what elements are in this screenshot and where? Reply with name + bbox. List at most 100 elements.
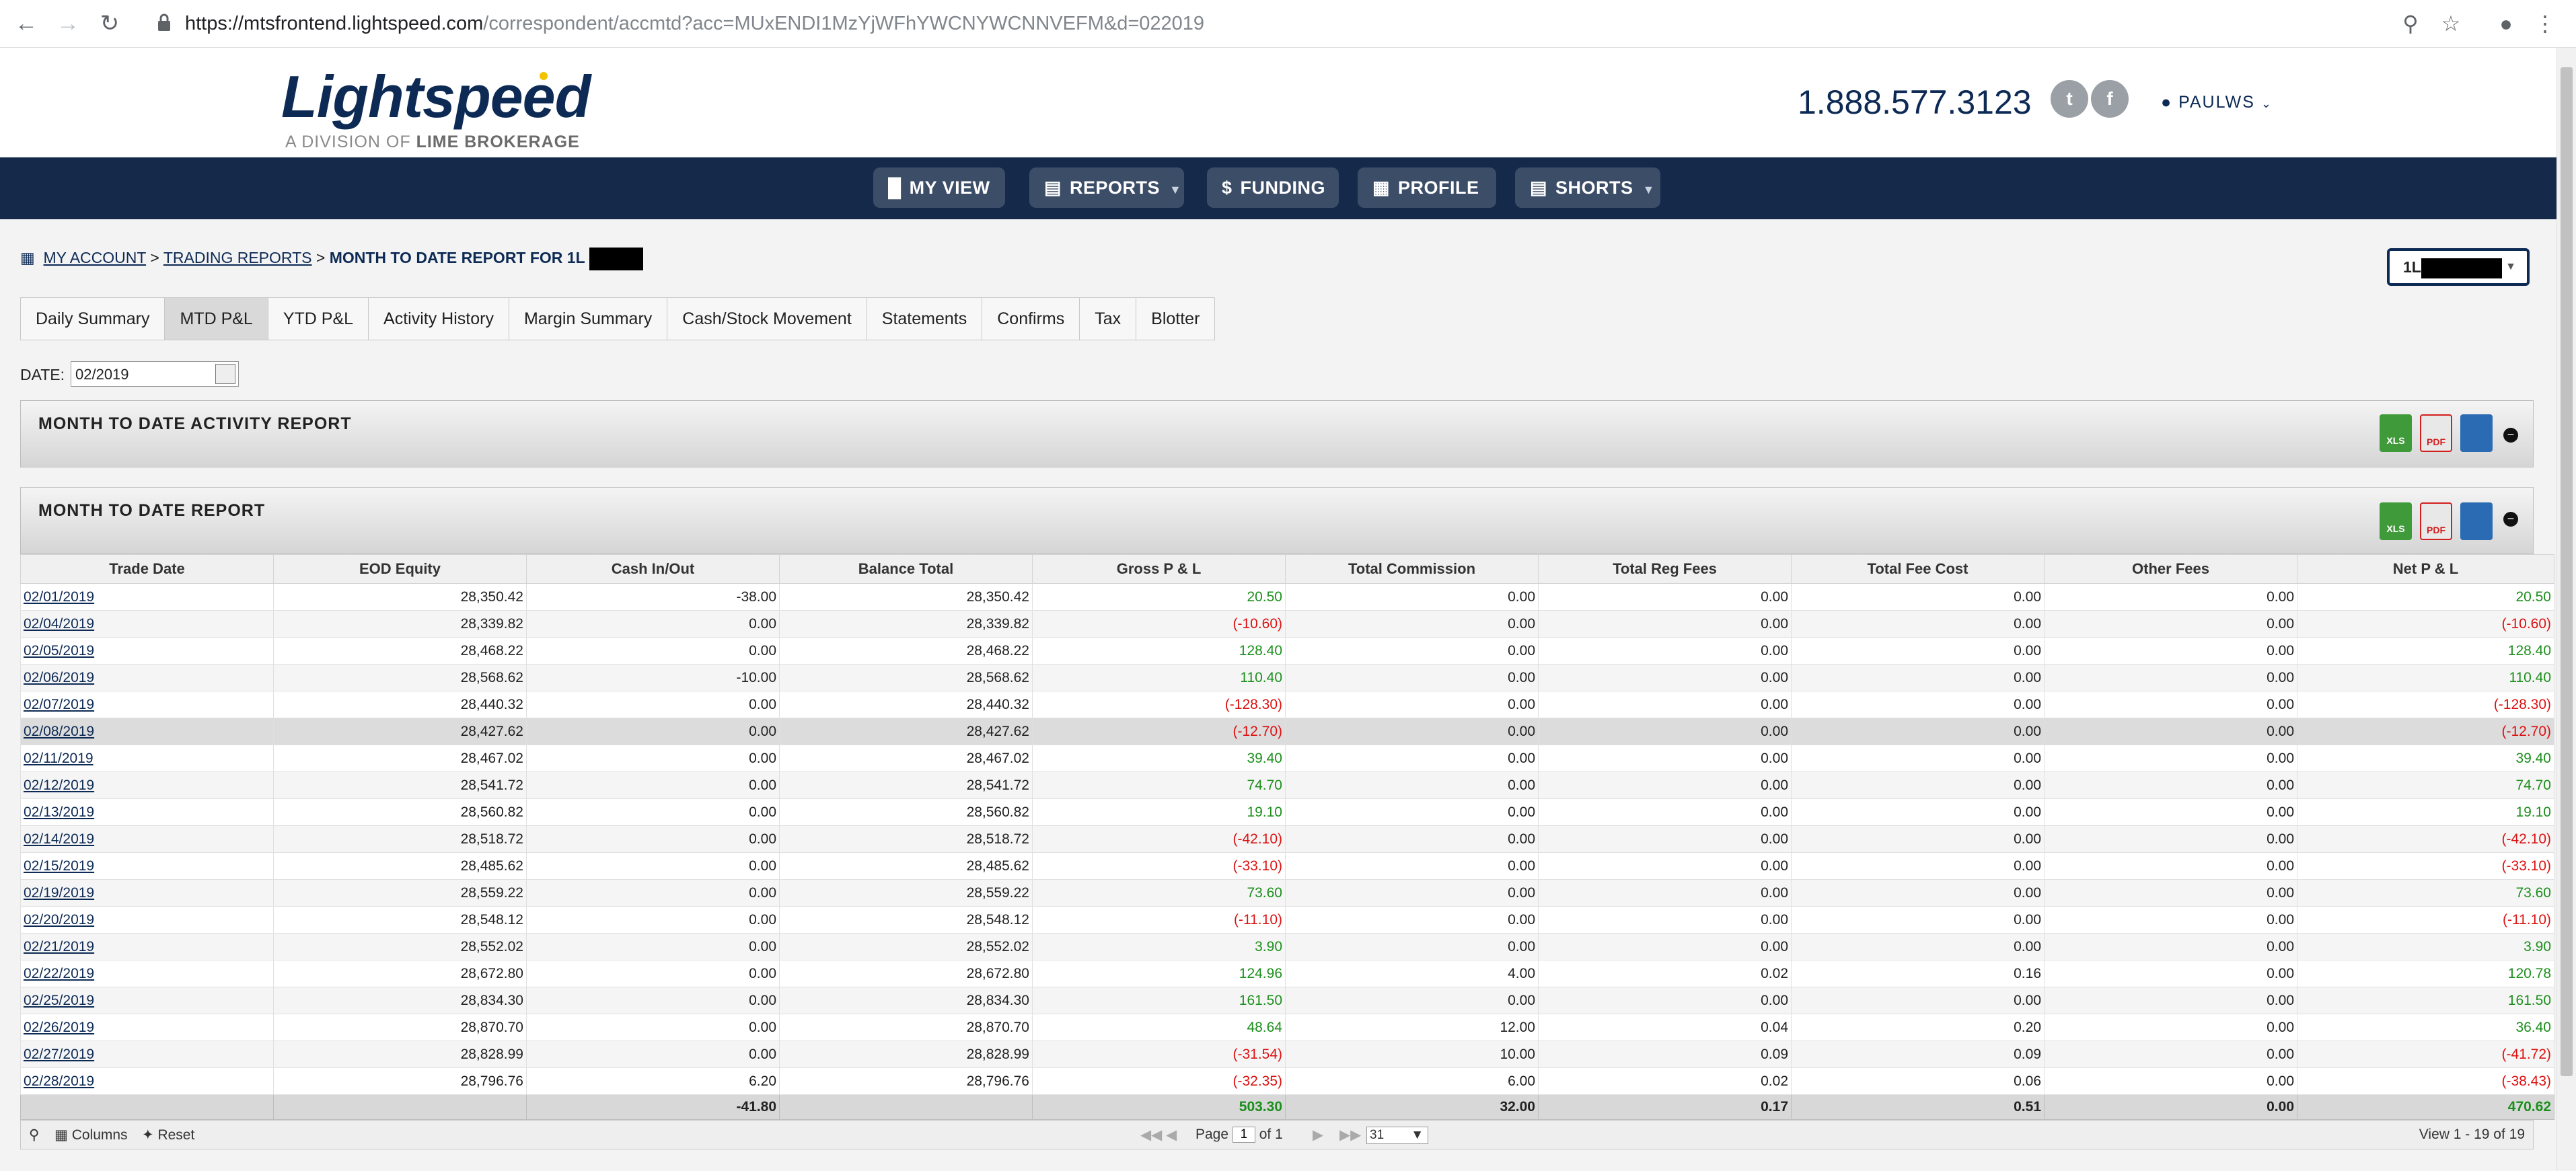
column-header[interactable]: Total Fee Cost (1791, 554, 2045, 584)
tab-tax[interactable]: Tax (1079, 297, 1136, 340)
nav-my-view[interactable]: █ MY VIEW (873, 167, 1005, 208)
table-row[interactable]: 02/27/2019 28,828.99 0.00 28,828.99 (-31.54)… (20, 1041, 2554, 1068)
trade-date-link[interactable]: 02/26/2019 (20, 1014, 274, 1041)
trade-date-link[interactable]: 02/06/2019 (20, 664, 274, 691)
table-row[interactable]: 02/21/2019 28,552.02 0.00 28,552.02 3.90 0.00… (20, 933, 2554, 960)
back-arrow-icon[interactable]: ← (11, 8, 42, 39)
table-cell: 0.00 (526, 771, 780, 799)
column-header[interactable]: Total Commission (1285, 554, 1539, 584)
excel-export-icon[interactable]: XLS (2380, 414, 2412, 452)
calendar-icon[interactable] (215, 364, 235, 384)
facebook-icon[interactable]: f (2091, 80, 2129, 118)
trade-date-link[interactable]: 02/27/2019 (20, 1041, 274, 1068)
trade-date-link[interactable]: 02/20/2019 (20, 906, 274, 934)
trade-date-link[interactable]: 02/07/2019 (20, 691, 274, 718)
tab-blotter[interactable]: Blotter (1136, 297, 1216, 340)
column-header[interactable]: Other Fees (2044, 554, 2297, 584)
table-row[interactable]: 02/26/2019 28,870.70 0.00 28,870.70 48.64 12.… (20, 1014, 2554, 1041)
nav-reports[interactable]: ▤ REPORTS ▼ (1029, 167, 1184, 208)
address-bar[interactable]: https://mtsfrontend.lightspeed.com/corre… (185, 9, 1204, 38)
trade-date-link[interactable]: 02/15/2019 (20, 852, 274, 880)
print-icon[interactable] (2460, 414, 2493, 452)
table-row[interactable]: 02/05/2019 28,468.22 0.00 28,468.22 128.40 0.… (20, 637, 2554, 665)
trade-date-link[interactable]: 02/11/2019 (20, 745, 274, 772)
excel-export-icon[interactable]: XLS (2380, 502, 2412, 540)
table-row[interactable]: 02/01/2019 28,350.42 -38.00 28,350.42 20.50 0… (20, 583, 2554, 611)
table-row[interactable]: 02/06/2019 28,568.62 -10.00 28,568.62 110.40… (20, 664, 2554, 691)
table-row[interactable]: 02/20/2019 28,548.12 0.00 28,548.12 (-11.10)… (20, 906, 2554, 934)
tab-activity-history[interactable]: Activity History (368, 297, 509, 340)
table-row[interactable]: 02/08/2019 28,427.62 0.00 28,427.62 (-12.70)… (20, 718, 2554, 745)
tab-confirms[interactable]: Confirms (982, 297, 1080, 340)
trade-date-link[interactable]: 02/14/2019 (20, 825, 274, 853)
column-header[interactable]: EOD Equity (273, 554, 527, 584)
table-row[interactable]: 02/13/2019 28,560.82 0.00 28,560.82 19.10 0.0… (20, 798, 2554, 826)
column-header[interactable]: Gross P & L (1032, 554, 1286, 584)
table-row[interactable]: 02/15/2019 28,485.62 0.00 28,485.62 (-33.10)… (20, 852, 2554, 880)
nav-funding[interactable]: $ FUNDING (1207, 167, 1339, 208)
bookmark-star-icon[interactable]: ☆ (2435, 8, 2466, 39)
reload-icon[interactable]: ↻ (94, 8, 125, 39)
collapse-icon[interactable]: − (2503, 428, 2518, 443)
tab-daily-summary[interactable]: Daily Summary (20, 297, 165, 340)
trade-date-link[interactable]: 02/05/2019 (20, 637, 274, 665)
trade-date-link[interactable]: 02/01/2019 (20, 583, 274, 611)
trade-date-link[interactable]: 02/04/2019 (20, 610, 274, 638)
table-row[interactable]: 02/22/2019 28,672.80 0.00 28,672.80 124.96 4.… (20, 960, 2554, 987)
print-icon[interactable] (2460, 502, 2493, 540)
breadcrumb-trading-reports[interactable]: TRADING REPORTS (163, 249, 312, 266)
pdf-export-icon[interactable]: PDF (2420, 414, 2452, 452)
reset-button[interactable]: ✦ Reset (142, 1127, 194, 1143)
table-cell: 28,672.80 (273, 960, 527, 987)
pdf-export-icon[interactable]: PDF (2420, 502, 2452, 540)
tab-margin-summary[interactable]: Margin Summary (508, 297, 667, 340)
table-row[interactable]: 02/04/2019 28,339.82 0.00 28,339.82 (-10.60)… (20, 610, 2554, 638)
trade-date-link[interactable]: 02/21/2019 (20, 933, 274, 960)
columns-button[interactable]: ▦ Columns (54, 1127, 128, 1143)
trade-date-link[interactable]: 02/12/2019 (20, 771, 274, 799)
trade-date-link[interactable]: 02/08/2019 (20, 718, 274, 745)
zoom-icon[interactable]: ⚲ (2395, 8, 2426, 39)
menu-kebab-icon[interactable]: ⋮ (2530, 8, 2561, 39)
column-header[interactable]: Cash In/Out (526, 554, 780, 584)
breadcrumb-my-account[interactable]: MY ACCOUNT (44, 249, 147, 266)
account-select[interactable]: 1L ▼ (2387, 248, 2530, 286)
table-row[interactable]: 02/14/2019 28,518.72 0.00 28,518.72 (-42.10)… (20, 825, 2554, 853)
trade-date-link[interactable]: 02/13/2019 (20, 798, 274, 826)
table-row[interactable]: 02/19/2019 28,559.22 0.00 28,559.22 73.60 0.0… (20, 879, 2554, 907)
column-header[interactable]: Balance Total (779, 554, 1033, 584)
column-header[interactable]: Net P & L (2297, 554, 2554, 584)
tab-mtd-pl[interactable]: MTD P&L (164, 297, 268, 340)
twitter-icon[interactable]: t (2051, 80, 2088, 118)
prev-page-icon[interactable]: ◀ (1166, 1127, 1177, 1143)
table-row[interactable]: 02/07/2019 28,440.32 0.00 28,440.32 (-128.30… (20, 691, 2554, 718)
first-page-icon[interactable]: ◀◀ (1140, 1127, 1162, 1143)
profile-icon[interactable]: ● (2491, 8, 2522, 39)
forward-arrow-icon[interactable]: → (52, 8, 83, 39)
search-icon[interactable]: ⚲ (29, 1127, 39, 1143)
nav-shorts[interactable]: ▤ SHORTS ▼ (1515, 167, 1660, 208)
tab-ytd-pl[interactable]: YTD P&L (267, 297, 369, 340)
date-input[interactable]: 02/2019 (71, 361, 239, 387)
table-row[interactable]: 02/28/2019 28,796.76 6.20 28,796.76 (-32.35)… (20, 1067, 2554, 1095)
lightspeed-logo[interactable]: Lightspeed A DIVISION OF LIME BROKERAGE (281, 63, 591, 157)
trade-date-link[interactable]: 02/22/2019 (20, 960, 274, 987)
tab-cash-stock-movement[interactable]: Cash/Stock Movement (667, 297, 867, 340)
tab-statements[interactable]: Statements (866, 297, 982, 340)
trade-date-link[interactable]: 02/28/2019 (20, 1067, 274, 1095)
user-menu[interactable]: ● PAULWS ⌄ (2161, 93, 2273, 112)
trade-date-link[interactable]: 02/25/2019 (20, 987, 274, 1014)
scrollbar-thumb[interactable] (2561, 67, 2573, 1076)
table-row[interactable]: 02/11/2019 28,467.02 0.00 28,467.02 39.40 0.0… (20, 745, 2554, 772)
collapse-icon[interactable]: − (2503, 512, 2518, 527)
table-row[interactable]: 02/12/2019 28,541.72 0.00 28,541.72 74.70 0.0… (20, 771, 2554, 799)
table-row[interactable]: 02/25/2019 28,834.30 0.00 28,834.30 161.50 0.… (20, 987, 2554, 1014)
rows-per-page-select[interactable]: 31 ▼ (1366, 1127, 1428, 1144)
column-header[interactable]: Trade Date (20, 554, 274, 584)
last-page-icon[interactable]: ▶▶ (1339, 1127, 1361, 1143)
next-page-icon[interactable]: ▶ (1313, 1127, 1323, 1143)
page-number-input[interactable] (1232, 1127, 1255, 1143)
nav-profile[interactable]: ▦ PROFILE (1358, 167, 1496, 208)
column-header[interactable]: Total Reg Fees (1538, 554, 1792, 584)
trade-date-link[interactable]: 02/19/2019 (20, 879, 274, 907)
